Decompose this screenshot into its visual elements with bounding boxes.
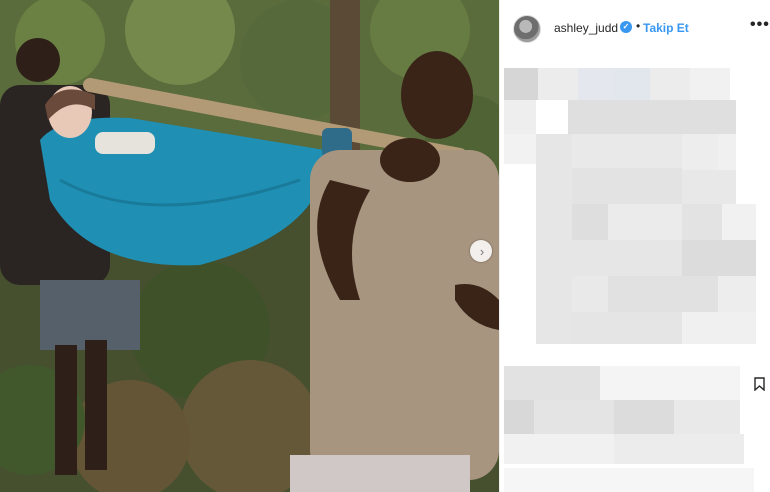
avatar-icon[interactable] [513, 15, 541, 43]
post-photo[interactable]: › [0, 0, 499, 492]
post-header: ashley_judd ✓ • Takip Et ••• [500, 0, 770, 56]
verified-badge-icon: ✓ [620, 21, 632, 33]
chevron-right-icon: › [479, 243, 485, 259]
post-side-panel: ashley_judd ✓ • Takip Et ••• [499, 0, 770, 492]
photo-illustration [0, 0, 499, 492]
follow-button[interactable]: Takip Et [643, 21, 689, 35]
bookmark-icon[interactable] [754, 377, 765, 391]
more-options-icon[interactable]: ••• [750, 16, 770, 34]
instagram-post: › ashley_judd ✓ • Takip Et ••• [0, 0, 770, 492]
header-separator: • [636, 19, 641, 33]
pixelated-comments-area [500, 56, 770, 492]
carousel-next-button[interactable]: › [470, 240, 492, 262]
username-link[interactable]: ashley_judd [554, 21, 618, 35]
